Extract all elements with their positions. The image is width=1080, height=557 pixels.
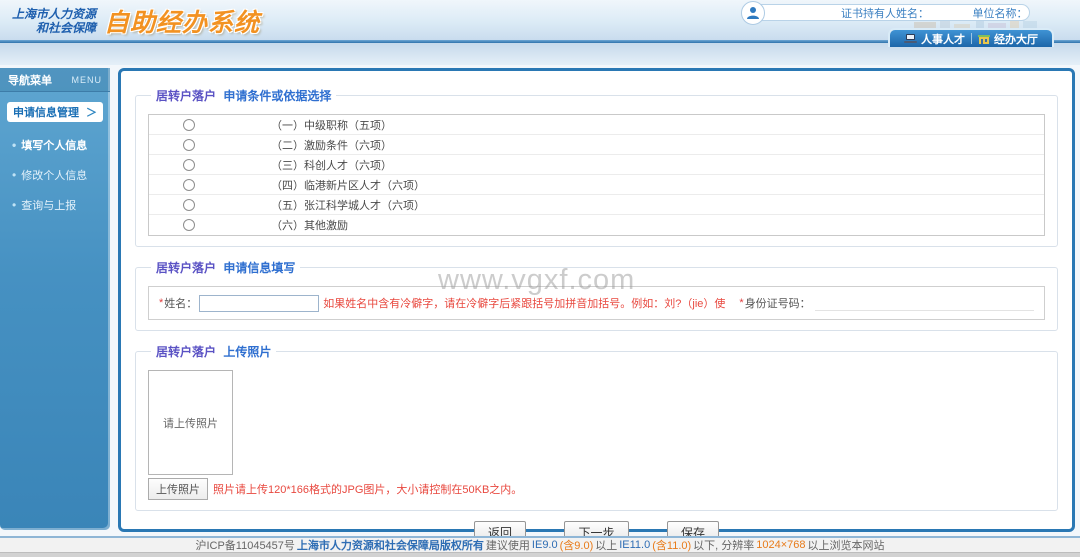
legend-text: 上传照片	[223, 345, 271, 359]
name-id-form-row: * 姓名： 如果姓名中含有冷僻字，请在冷僻字后紧跟括号加拼音加括号。例如：刘?（…	[148, 286, 1045, 320]
logo-line1: 上海市人力资源	[12, 7, 96, 21]
radio-button-icon[interactable]	[183, 159, 195, 171]
option-label: （三）科创人才（六项）	[271, 157, 392, 173]
sidebar-item-edit-personal-info[interactable]: • 修改个人信息	[0, 160, 110, 190]
sidebar-item-label: 查询与上报	[21, 197, 76, 213]
tab-service-hall[interactable]: 经办大厅	[972, 31, 1044, 47]
sidebar-title: 导航菜单	[8, 72, 52, 88]
sidebar-item-label: 填写个人信息	[21, 137, 87, 153]
option-label: （六）其他激励	[271, 217, 348, 233]
legend-text: 申请信息填写	[223, 261, 295, 275]
sidebar-item-label: 修改个人信息	[21, 167, 87, 183]
section-legend: 居转户落户 申请条件或依据选择	[151, 87, 336, 104]
ie-min-version: IE9.0	[532, 539, 558, 551]
section-legend: 居转户落户 申请信息填写	[151, 259, 300, 276]
condition-options-table: （一）中级职称（五项） （二）激励条件（六项） （三）科创人才（六项） （四）临…	[148, 114, 1045, 236]
id-number-input[interactable]	[815, 295, 1034, 311]
browser-advice: 建议使用	[486, 537, 530, 553]
menu-bullet-icon: •	[12, 141, 16, 149]
id-number-label: 身份证号码：	[745, 295, 811, 311]
sidebar-header: 导航菜单 MENU	[0, 68, 110, 92]
logo-system-name: 自助经办系统	[104, 3, 260, 39]
ie-max-note: (含11.0)	[652, 537, 691, 553]
section-legend: 居转户落户 上传照片	[151, 343, 276, 360]
section-upload-photo: 居转户落户 上传照片 请上传照片 上传照片 照片请上传120*166格式的JPG…	[135, 343, 1058, 511]
main-content-panel: 居转户落户 申请条件或依据选择 （一）中级职称（五项） （二）激励条件（六项） …	[118, 68, 1075, 532]
user-info-bar: 证书持有人姓名： 单位名称：	[742, 4, 1030, 21]
chevron-right-icon: ＞	[86, 104, 97, 120]
rare-character-hint: 如果姓名中含有冷僻字，请在冷僻字后紧跟括号加拼音加括号。例如：刘?（jie）使	[323, 295, 725, 311]
name-input[interactable]	[199, 295, 319, 312]
ie-min-note: (含9.0)	[560, 537, 594, 553]
required-mark: *	[739, 297, 743, 309]
radio-button-icon[interactable]	[183, 199, 195, 211]
sidebar-menu-tag: MENU	[72, 75, 103, 85]
name-label: 姓名：	[164, 295, 197, 311]
bottom-bar	[0, 552, 1080, 557]
person-icon	[741, 1, 765, 25]
condition-option-row[interactable]: （四）临港新片区人才（六项）	[149, 175, 1044, 195]
unit-name-value	[1028, 7, 1030, 18]
option-label: （四）临港新片区人才（六项）	[271, 177, 425, 193]
option-label: （二）激励条件（六项）	[271, 137, 392, 153]
section-condition-select: 居转户落户 申请条件或依据选择 （一）中级职称（五项） （二）激励条件（六项） …	[135, 87, 1058, 247]
advice-between: 以上	[595, 537, 617, 553]
photo-preview-box: 请上传照片	[148, 370, 233, 475]
required-mark: *	[159, 297, 163, 309]
unit-name-label: 单位名称：	[973, 5, 1028, 21]
logo-line2: 和社会保障	[12, 21, 96, 35]
legend-prefix: 居转户落户	[156, 261, 216, 275]
option-label: （一）中级职称（五项）	[271, 117, 392, 133]
legend-prefix: 居转户落户	[156, 89, 216, 103]
advice-after: 以下, 分辨率	[693, 537, 754, 553]
sidebar-group-label: 申请信息管理	[13, 104, 79, 120]
sidebar-item-query-report[interactable]: • 查询与上报	[0, 190, 110, 220]
app-logo: 上海市人力资源 和社会保障 自助经办系统	[12, 3, 260, 39]
condition-option-row[interactable]: （二）激励条件（六项）	[149, 135, 1044, 155]
option-label: （五）张江科学城人才（六项）	[271, 197, 425, 213]
id-label-wrap: * 身份证号码：	[739, 295, 810, 311]
tab-label: 人事人才	[921, 31, 965, 47]
resolution-value: 1024×768	[756, 539, 805, 551]
condition-option-row[interactable]: （三）科创人才（六项）	[149, 155, 1044, 175]
upload-photo-button[interactable]: 上传照片	[148, 478, 208, 500]
radio-button-icon[interactable]	[183, 119, 195, 131]
tab-label: 经办大厅	[994, 31, 1038, 47]
page-footer: 沪ICP备11045457号 上海市人力资源和社会保障局版权所有 建议使用 IE…	[0, 538, 1080, 552]
cert-holder-name-value	[929, 7, 931, 18]
radio-button-icon[interactable]	[183, 219, 195, 231]
radio-button-icon[interactable]	[183, 179, 195, 191]
building-icon	[978, 33, 990, 44]
condition-option-row[interactable]: （一）中级职称（五项）	[149, 115, 1044, 135]
condition-option-row[interactable]: （六）其他激励	[149, 215, 1044, 235]
legend-text: 申请条件或依据选择	[223, 89, 331, 103]
menu-bullet-icon: •	[12, 201, 16, 209]
cert-holder-name-label: 证书持有人姓名：	[841, 5, 929, 21]
photo-placeholder-text: 请上传照片	[163, 415, 218, 431]
sidebar-group-application-info[interactable]: 申请信息管理 ＞	[7, 102, 103, 122]
upload-row: 上传照片 照片请上传120*166格式的JPG图片，大小请控制在50KB之内。	[148, 478, 1045, 500]
ie-max-version: IE11.0	[619, 539, 650, 551]
legend-prefix: 居转户落户	[156, 345, 216, 359]
laptop-icon	[904, 34, 917, 44]
icp-number: 沪ICP备11045457号	[195, 537, 294, 553]
top-nav-tabs: 人事人才 经办大厅	[888, 28, 1054, 47]
advice-tail: 以上浏览本网站	[808, 537, 885, 553]
copyright-link[interactable]: 上海市人力资源和社会保障局版权所有	[297, 537, 484, 553]
radio-button-icon[interactable]	[183, 139, 195, 151]
photo-format-note: 照片请上传120*166格式的JPG图片，大小请控制在50KB之内。	[213, 481, 522, 497]
sidebar-item-fill-personal-info[interactable]: • 填写个人信息	[0, 130, 110, 160]
section-application-info: 居转户落户 申请信息填写 * 姓名： 如果姓名中含有冷僻字，请在冷僻字后紧跟括号…	[135, 259, 1058, 331]
tab-personnel-talent[interactable]: 人事人才	[898, 31, 971, 47]
menu-bullet-icon: •	[12, 171, 16, 179]
page: 上海市人力资源 和社会保障 自助经办系统 证书持有人姓名： 单位名称：	[0, 0, 1080, 557]
condition-option-row[interactable]: （五）张江科学城人才（六项）	[149, 195, 1044, 215]
logo-org-name: 上海市人力资源 和社会保障	[12, 7, 96, 35]
sidebar-nav: 导航菜单 MENU 申请信息管理 ＞ • 填写个人信息 • 修改个人信息 • 查…	[0, 68, 110, 530]
